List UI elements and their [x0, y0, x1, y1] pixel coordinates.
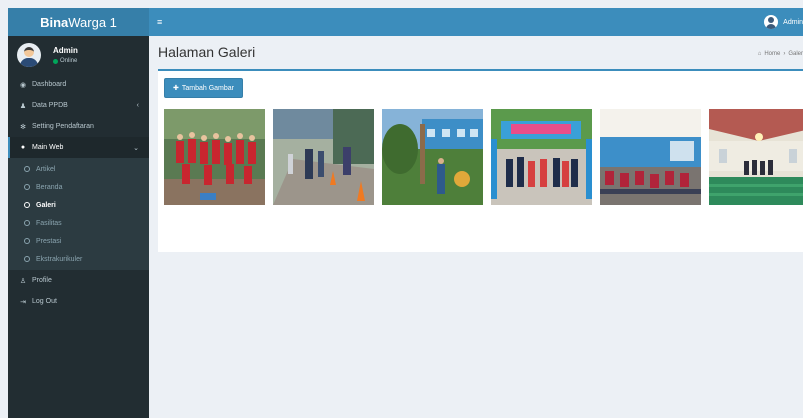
chevron-down-icon: ⌄	[133, 144, 139, 152]
sidebar-item-main-web[interactable]: ● Main Web ⌄	[8, 137, 149, 158]
sidebar-item-setting-pendaftaran[interactable]: ✻ Setting Pendaftaran	[8, 116, 149, 137]
gear-icon: ✻	[20, 123, 26, 131]
sidebar-item-ekstrakurikuler[interactable]: Ekstrakurikuler	[8, 250, 149, 268]
app-logo[interactable]: Bina Warga 1	[8, 8, 149, 36]
dashboard-icon: ◉	[19, 81, 27, 89]
online-dot-icon	[53, 58, 58, 64]
gallery-photo[interactable]	[164, 109, 265, 205]
gallery-image	[600, 109, 701, 205]
circle-icon	[24, 202, 30, 208]
plus-icon: ✚	[173, 85, 179, 92]
add-image-button[interactable]: ✚ Tambah Gambar	[164, 78, 244, 98]
breadcrumb: ⌂ Home › Galer	[758, 51, 803, 57]
circle-icon	[24, 238, 30, 244]
chevron-left-icon: ‹	[136, 102, 139, 109]
circle-icon	[24, 256, 30, 262]
gallery-image	[491, 109, 592, 205]
avatar	[17, 43, 41, 67]
gallery-photo[interactable]	[491, 109, 592, 205]
user-status: Online	[53, 58, 78, 64]
sidebar-item-log-out[interactable]: ⇥ Log Out	[8, 291, 149, 312]
page-title: Halaman Galeri	[158, 44, 256, 60]
sidebar-item-galeri[interactable]: Galeri	[8, 196, 149, 214]
brand-bold: Bina	[40, 14, 69, 30]
globe-icon: ●	[20, 144, 26, 151]
sidebar-item-beranda[interactable]: Beranda	[8, 178, 149, 196]
breadcrumb-current: Galer	[788, 51, 803, 57]
sidebar-item-artikel[interactable]: Artikel	[8, 160, 149, 178]
home-icon: ⌂	[757, 51, 762, 57]
sidebar-item-prestasi[interactable]: Prestasi	[8, 232, 149, 250]
breadcrumb-separator: ›	[783, 51, 786, 57]
gallery-image	[273, 109, 374, 205]
brand-rest: Warga 1	[68, 14, 117, 30]
main-content: Halaman Galeri ⌂ Home › Galer ✚ Tambah G…	[149, 36, 803, 418]
sidebar: Bina Warga 1 Admin Online ◉ Dashboard ♟ Dat…	[8, 8, 149, 418]
gallery-photo[interactable]	[600, 109, 701, 205]
gallery-image	[382, 109, 483, 205]
top-user-menu[interactable]: Admin	[764, 15, 803, 29]
avatar	[764, 15, 779, 29]
gallery-photo[interactable]	[382, 109, 483, 205]
circle-icon	[24, 220, 30, 226]
sidebar-item-profile[interactable]: ♙ Profile	[8, 270, 149, 291]
sidebar-item-dashboard[interactable]: ◉ Dashboard	[8, 74, 149, 95]
gallery-image	[709, 109, 803, 205]
gallery-photo[interactable]	[273, 109, 374, 205]
gallery-photo[interactable]	[709, 109, 803, 205]
gallery-box: ✚ Tambah Gambar	[158, 69, 803, 252]
main-web-submenu: Artikel Beranda Galeri Fasilitas Prestas…	[8, 158, 149, 270]
top-navbar: ≡ Admin	[149, 8, 803, 36]
logout-icon: ⇥	[20, 298, 26, 306]
breadcrumb-home[interactable]: Home	[764, 51, 780, 57]
gallery-image	[164, 109, 265, 205]
gallery-grid	[164, 109, 803, 205]
circle-icon	[24, 166, 30, 172]
hamburger-icon[interactable]: ≡	[157, 17, 162, 27]
user-icon: ♙	[19, 277, 27, 285]
sidebar-menu: ◉ Dashboard ♟ Data PPDB ‹ ✻ Setting Pendaft…	[8, 74, 149, 312]
users-icon: ♟	[19, 102, 27, 110]
circle-icon	[24, 184, 30, 190]
top-user-name: Admin	[783, 18, 803, 26]
sidebar-item-data-ppdb[interactable]: ♟ Data PPDB ‹	[8, 95, 149, 116]
user-panel: Admin Online	[8, 36, 149, 74]
sidebar-item-fasilitas[interactable]: Fasilitas	[8, 214, 149, 232]
user-name: Admin	[53, 46, 78, 55]
